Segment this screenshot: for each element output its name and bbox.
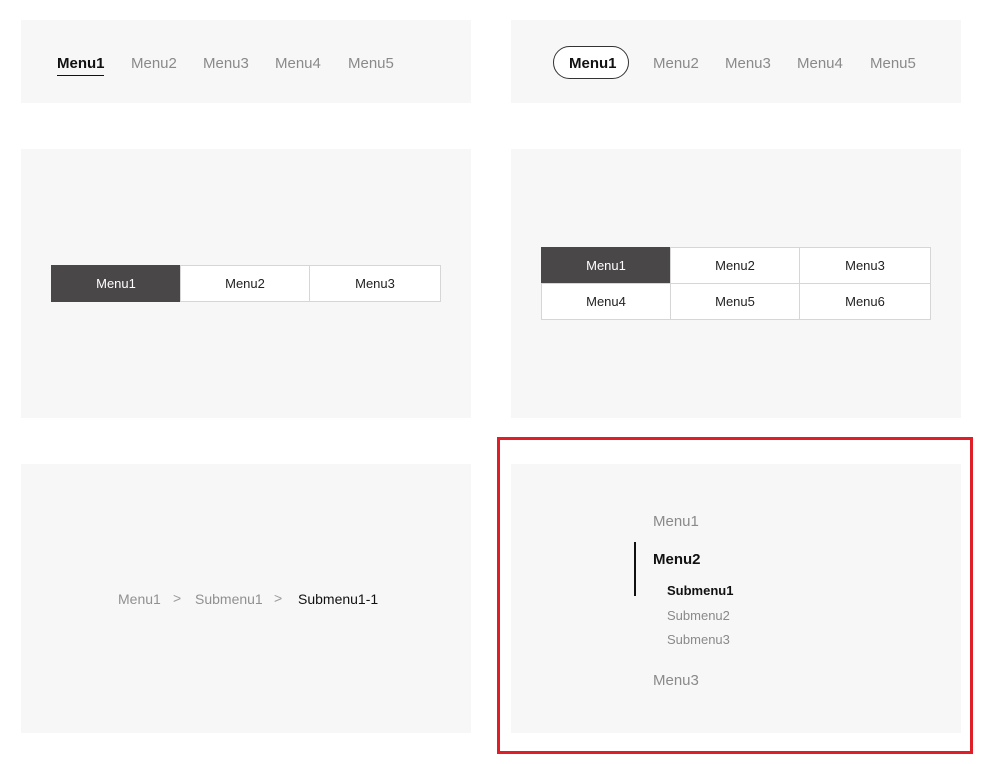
segmented-menu: Menu1 Menu2 Menu3 [21,149,471,418]
segment-menu3[interactable]: Menu3 [309,265,441,302]
side-submenu-item-submenu1[interactable]: Submenu1 [667,583,733,598]
tab-menu4[interactable]: Menu4 [275,55,321,72]
underline-tab-menu: Menu1 Menu2 Menu3 Menu4 Menu5 [21,20,471,103]
pill-tab-menu4[interactable]: Menu4 [797,55,843,72]
grid-segmented-menu: Menu1 Menu2 Menu3 Menu4 Menu5 Menu6 [511,149,961,418]
tab-menu1[interactable]: Menu1 [57,55,105,72]
pill-tab-menu3[interactable]: Menu3 [725,55,771,72]
side-submenu-item-submenu2[interactable]: Submenu2 [667,608,730,623]
segment-menu1[interactable]: Menu1 [51,265,181,302]
tab-menu2[interactable]: Menu2 [131,55,177,72]
chevron-right-icon: > [173,590,182,606]
segment-menu2[interactable]: Menu2 [180,265,310,302]
active-menu-indicator [634,542,636,596]
breadcrumb-item-menu1[interactable]: Menu1 [118,591,161,607]
pill-tab-menu: Menu1 Menu2 Menu3 Menu4 Menu5 [511,20,961,103]
grid-menu5[interactable]: Menu5 [670,283,800,320]
breadcrumb-item-current: Submenu1-1 [298,591,379,607]
vertical-side-menu: Menu1 Menu2 Submenu1 Submenu2 Submenu3 M… [511,464,961,733]
side-menu-item-menu2[interactable]: Menu2 [653,551,701,568]
chevron-right-icon: > [274,590,283,606]
grid-menu1[interactable]: Menu1 [541,247,671,284]
tab-menu5[interactable]: Menu5 [348,55,394,72]
breadcrumb: Menu1 > Submenu1 > Submenu1-1 [21,464,471,733]
side-menu-item-menu3[interactable]: Menu3 [653,672,699,689]
grid-menu6[interactable]: Menu6 [799,283,931,320]
pill-tab-menu5[interactable]: Menu5 [870,55,916,72]
side-menu-item-menu1[interactable]: Menu1 [653,513,699,530]
side-submenu-item-submenu3[interactable]: Submenu3 [667,632,730,647]
grid-menu3[interactable]: Menu3 [799,247,931,284]
grid-menu2[interactable]: Menu2 [670,247,800,284]
active-tab-underline [57,75,104,76]
breadcrumb-item-submenu1[interactable]: Submenu1 [195,591,263,607]
pill-tab-menu1[interactable]: Menu1 [569,55,617,72]
tab-menu3[interactable]: Menu3 [203,55,249,72]
grid-menu4[interactable]: Menu4 [541,283,671,320]
pill-tab-menu2[interactable]: Menu2 [653,55,699,72]
